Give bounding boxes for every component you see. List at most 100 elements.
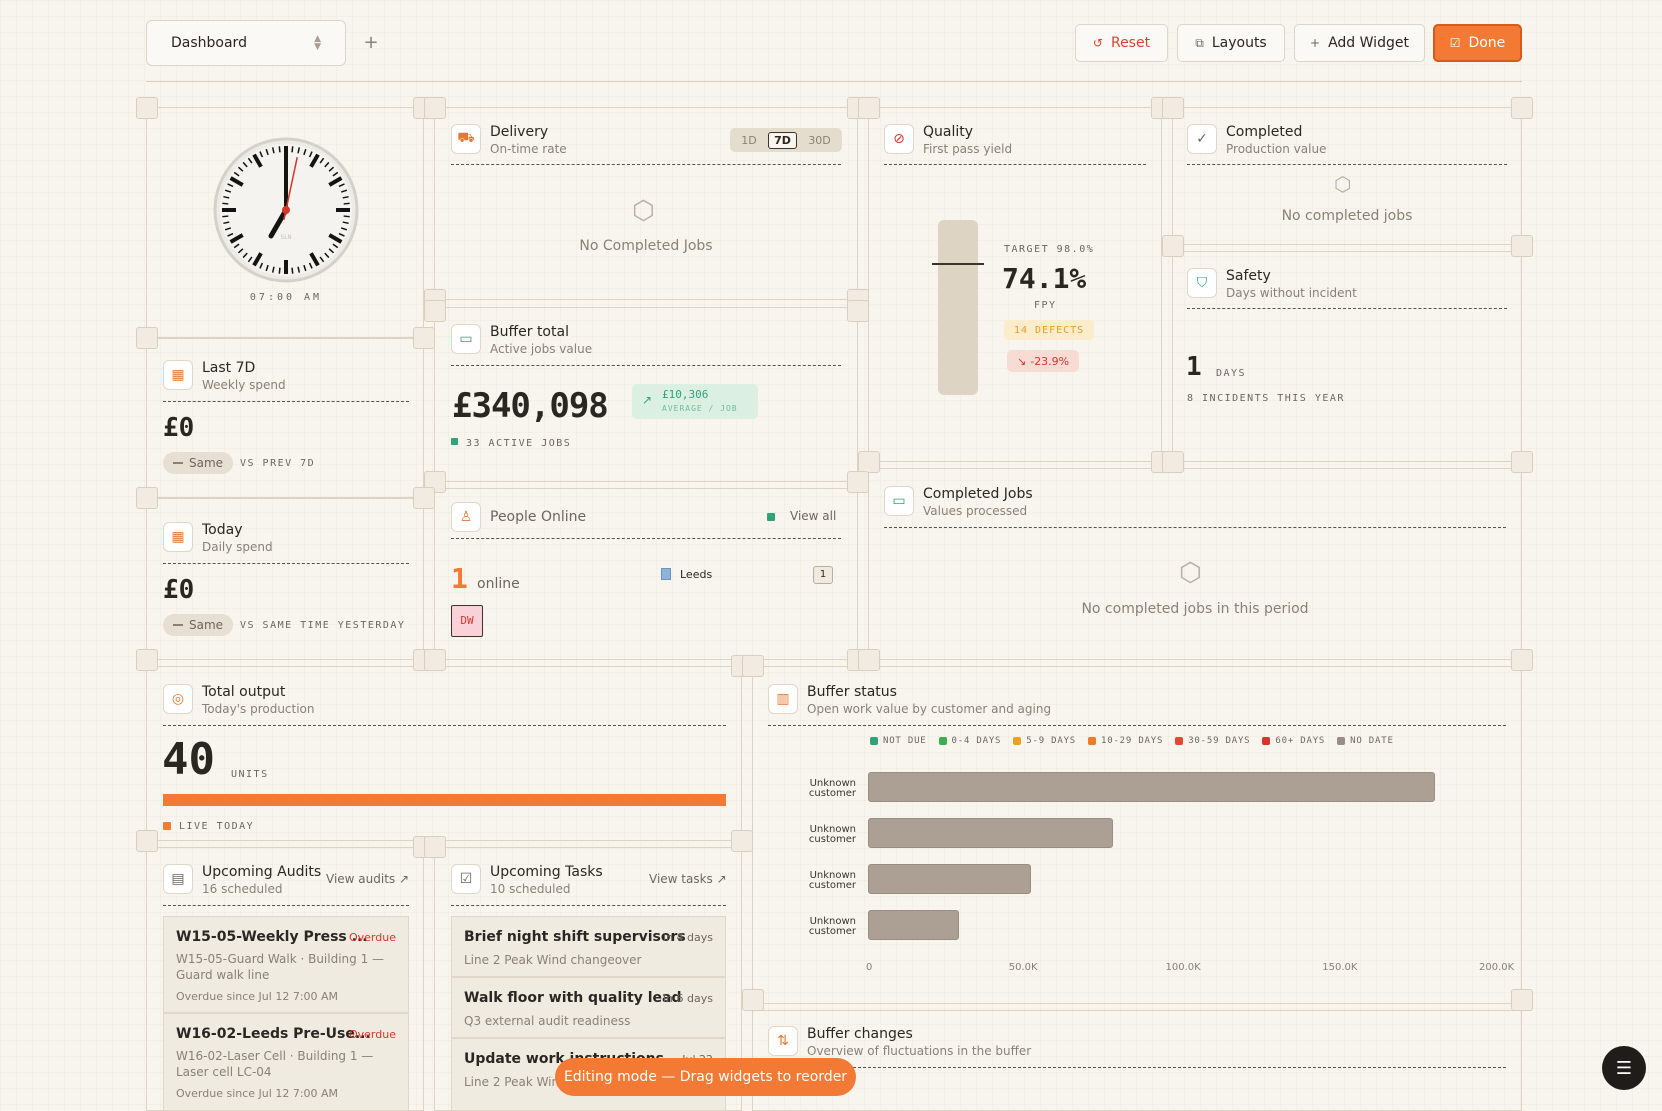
- resize-handle[interactable]: [847, 471, 869, 493]
- done-button[interactable]: ☑ Done: [1433, 24, 1522, 62]
- resize-handle[interactable]: [1162, 235, 1184, 257]
- resize-handle[interactable]: [1511, 235, 1533, 257]
- location-name: Leeds: [680, 568, 713, 581]
- check-square-icon: ☑: [1449, 36, 1461, 50]
- resize-handle[interactable]: [858, 649, 880, 671]
- resize-handle[interactable]: [742, 989, 764, 1011]
- add-dashboard-icon[interactable]: +: [360, 32, 382, 54]
- today-compare: VS SAME TIME YESTERDAY: [240, 620, 406, 631]
- audits-subtitle: 16 scheduled: [202, 882, 283, 896]
- last7d-title: Last 7D: [202, 360, 256, 376]
- divider: [163, 905, 409, 906]
- last7d-value: £0: [163, 413, 195, 443]
- total-output-subtitle: Today's production: [202, 702, 315, 716]
- resize-handle[interactable]: [1162, 97, 1184, 119]
- resize-handle[interactable]: [413, 327, 435, 349]
- legend-label: 60+ DAYS: [1275, 736, 1326, 746]
- clock-tick: [278, 267, 281, 274]
- buffer-status-title: Buffer status: [807, 684, 897, 700]
- resize-handle[interactable]: [858, 97, 880, 119]
- shield-icon: ⛉: [1187, 268, 1217, 298]
- resize-handle[interactable]: [136, 327, 158, 349]
- quality-change-value: -23.9%: [1030, 354, 1070, 368]
- truck-icon: ⛟: [451, 124, 481, 154]
- resize-handle[interactable]: [1511, 649, 1533, 671]
- last7d-badge: Same: [163, 452, 234, 474]
- resize-handle[interactable]: [731, 830, 753, 852]
- resize-handle[interactable]: [1511, 97, 1533, 119]
- clock-tick: [343, 202, 350, 205]
- view-audits-link[interactable]: View audits ↗: [326, 872, 409, 886]
- clock-tick: [222, 202, 229, 205]
- external-link-icon: ↗: [399, 872, 410, 886]
- live-dot: [163, 822, 171, 830]
- add-widget-button[interactable]: + Add Widget: [1294, 24, 1425, 62]
- task-desc: Q3 external audit readiness: [464, 1014, 631, 1028]
- range-segmented-control[interactable]: 1D 7D 30D: [730, 128, 842, 152]
- fpy-target-marker: [932, 263, 984, 265]
- box-icon: ⬡: [632, 196, 655, 226]
- resize-handle[interactable]: [424, 649, 446, 671]
- resize-handle[interactable]: [424, 836, 446, 858]
- fpy-gauge: [938, 220, 978, 395]
- resize-handle[interactable]: [1162, 451, 1184, 473]
- chart-x-tick: 0: [866, 962, 873, 973]
- legend-item: NOT DUE: [870, 736, 927, 746]
- view-all-link[interactable]: View all: [790, 509, 836, 523]
- list-menu-icon[interactable]: ☰: [1602, 1046, 1646, 1090]
- completed-title: Completed: [1226, 124, 1303, 140]
- chart-bar[interactable]: [868, 864, 1032, 894]
- resize-handle[interactable]: [136, 830, 158, 852]
- resize-handle[interactable]: [413, 487, 435, 509]
- people-title: People Online: [490, 508, 587, 525]
- tasks-header: ☑ Upcoming Tasks 10 scheduled: [451, 864, 603, 897]
- user-avatar[interactable]: DW: [451, 605, 483, 637]
- resize-handle[interactable]: [1511, 989, 1533, 1011]
- range-7d[interactable]: 7D: [768, 131, 797, 149]
- chart-bar[interactable]: [868, 910, 959, 940]
- divider: [1187, 164, 1507, 165]
- copy-icon: ⧉: [1195, 35, 1204, 50]
- view-tasks-link[interactable]: View tasks ↗: [649, 872, 727, 886]
- banknote-icon: ▭: [451, 324, 481, 354]
- resize-handle[interactable]: [136, 649, 158, 671]
- task-desc: Line 2 Peak Wind: [464, 1075, 567, 1089]
- resize-handle[interactable]: [136, 487, 158, 509]
- chart-bar[interactable]: [868, 818, 1113, 848]
- today-badge-label: Same: [189, 618, 224, 632]
- resize-handle[interactable]: [424, 97, 446, 119]
- audit-line3: Overdue since Jul 12 7:00 AM: [176, 1087, 339, 1100]
- quality-target: TARGET 98.0%: [1004, 244, 1095, 255]
- status-dot: [451, 438, 458, 445]
- average-label: AVERAGE / JOB: [662, 404, 738, 413]
- today-title: Today: [202, 522, 243, 538]
- resize-handle[interactable]: [858, 451, 880, 473]
- legend-item: 60+ DAYS: [1262, 736, 1325, 746]
- resize-handle[interactable]: [847, 300, 869, 322]
- task-desc: Line 2 Peak Wind changeover: [464, 953, 642, 967]
- chart-bar[interactable]: [868, 772, 1436, 802]
- output-progress-fill: [163, 794, 726, 806]
- reset-button[interactable]: ↺ Reset: [1075, 24, 1168, 62]
- divider: [768, 725, 1506, 726]
- layouts-button[interactable]: ⧉ Layouts: [1177, 24, 1285, 62]
- box-icon: ⬡: [1334, 172, 1352, 196]
- delivery-title: Delivery: [490, 124, 549, 140]
- task-card[interactable]: Brief night shift supervisors in 4 days …: [451, 916, 726, 977]
- undo-icon: ↺: [1092, 36, 1103, 50]
- audit-title: W16-02-Leeds Pre-Use...: [176, 1026, 371, 1042]
- chart-legend: NOT DUE 0-4 DAYS 5-9 DAYS 10-29 DAYS 30-59 D…: [870, 736, 1394, 746]
- reset-label: Reset: [1110, 35, 1151, 51]
- audit-card[interactable]: W16-02-Leeds Pre-Use... Overdue W16-02-L…: [163, 1013, 409, 1111]
- resize-handle[interactable]: [424, 300, 446, 322]
- range-1d[interactable]: 1D: [736, 133, 761, 148]
- range-30d[interactable]: 30D: [803, 133, 835, 148]
- last7d-subtitle: Weekly spend: [202, 378, 286, 392]
- resize-handle[interactable]: [742, 655, 764, 677]
- audit-card[interactable]: W15-05-Weekly Press ... Overdue W15-05-G…: [163, 916, 409, 1013]
- legend-label: 10-29 DAYS: [1101, 736, 1164, 746]
- resize-handle[interactable]: [1511, 451, 1533, 473]
- task-card[interactable]: Walk floor with quality lead in 6 days Q…: [451, 977, 726, 1038]
- resize-handle[interactable]: [136, 97, 158, 119]
- dashboard-select[interactable]: Dashboard ▲ ▼: [146, 20, 346, 66]
